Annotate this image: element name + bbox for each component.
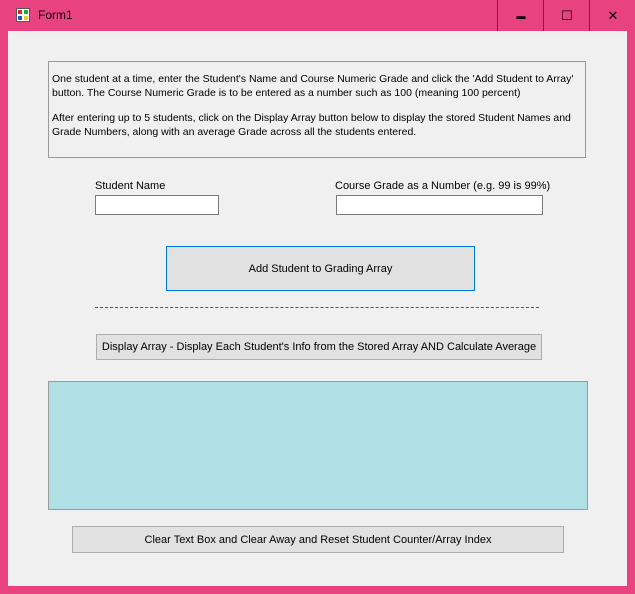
instructions-paragraph-1: One student at a time, enter the Student… — [52, 73, 574, 99]
minimize-icon: ▬ — [516, 10, 526, 21]
form-client-area: One student at a time, enter the Student… — [8, 31, 627, 586]
maximize-button[interactable]: ☐ — [543, 0, 590, 31]
form-app-icon — [16, 8, 30, 22]
clear-reset-button-label: Clear Text Box and Clear Away and Reset … — [144, 533, 492, 546]
student-name-input[interactable] — [95, 195, 219, 215]
title-bar[interactable]: Form1 ▬ ☐ ✕ — [0, 0, 635, 31]
grade-input[interactable] — [336, 195, 543, 215]
app-window: Form1 ▬ ☐ ✕ One student at a time, enter… — [0, 0, 635, 594]
display-array-button[interactable]: Display Array - Display Each Student's I… — [96, 334, 542, 360]
display-array-button-label: Display Array - Display Each Student's I… — [101, 341, 537, 353]
minimize-button[interactable]: ▬ — [497, 0, 544, 31]
maximize-icon: ☐ — [561, 7, 573, 23]
grade-label: Course Grade as a Number (e.g. 99 is 99%… — [335, 180, 551, 192]
student-name-label: Student Name — [95, 180, 166, 192]
separator-line — [95, 307, 539, 308]
add-student-button-label: Add Student to Grading Array — [248, 262, 393, 275]
close-button[interactable]: ✕ — [589, 0, 635, 31]
instructions-paragraph-2: After entering up to 5 students, click o… — [52, 112, 571, 138]
window-title: Form1 — [38, 8, 73, 22]
clear-reset-button[interactable]: Clear Text Box and Clear Away and Reset … — [72, 526, 564, 553]
instructions-group: One student at a time, enter the Student… — [48, 61, 586, 158]
add-student-button[interactable]: Add Student to Grading Array — [166, 246, 475, 291]
close-icon: ✕ — [607, 7, 619, 23]
output-display-box[interactable] — [48, 381, 588, 510]
